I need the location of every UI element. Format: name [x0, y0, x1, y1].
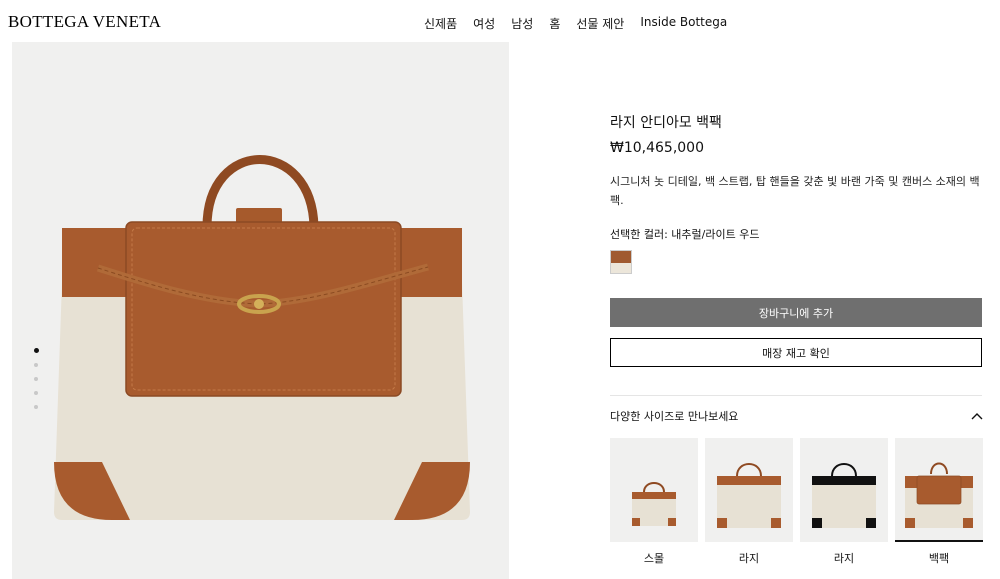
main-nav: 신제품 여성 남성 홈 선물 제안 Inside Bottega [424, 15, 743, 32]
color-swatch-natural-light-wood[interactable] [610, 250, 632, 274]
nav-item-gifts[interactable]: 선물 제안 [576, 15, 624, 32]
gallery-dot-5[interactable] [34, 405, 38, 409]
nav-item-inside-bottega[interactable]: Inside Bottega [640, 15, 727, 32]
divider [610, 395, 982, 396]
site-header: BOTTEGA VENETA 신제품 여성 남성 홈 선물 제안 Inside … [0, 0, 1000, 42]
nav-item-women[interactable]: 여성 [473, 15, 495, 32]
size-variant-list: 스몰 라지 라지 백팩 [610, 438, 990, 566]
sizes-heading: 다양한 사이즈로 만나보세요 [610, 410, 739, 423]
nav-item-men[interactable]: 남성 [511, 15, 533, 32]
product-description: 시그니처 놋 디테일, 백 스트랩, 탑 핸들을 갖춘 빛 바랜 가죽 및 캔버… [610, 175, 980, 207]
selected-color-label: 선택한 컬러: 내추럴/라이트 우드 [610, 228, 760, 241]
gallery-dot-1[interactable] [34, 348, 39, 353]
gallery-dot-4[interactable] [34, 391, 38, 395]
variant-image [895, 438, 983, 542]
add-to-cart-button[interactable]: 장바구니에 추가 [610, 298, 982, 327]
size-variant-backpack[interactable]: 백팩 [895, 438, 983, 566]
size-variant-large-black[interactable]: 라지 [800, 438, 888, 566]
nav-item-new[interactable]: 신제품 [424, 15, 457, 32]
product-title: 라지 안디아모 백팩 [610, 115, 722, 131]
product-image-gallery[interactable] [12, 42, 509, 579]
gallery-dot-2[interactable] [34, 363, 38, 367]
check-store-stock-button[interactable]: 매장 재고 확인 [610, 338, 982, 367]
sizes-accordion-header[interactable]: 다양한 사이즈로 만나보세요 [610, 408, 983, 424]
variant-label: 라지 [833, 552, 855, 565]
brand-logo[interactable]: BOTTEGA VENETA [8, 12, 161, 32]
nav-item-home[interactable]: 홈 [549, 15, 560, 32]
variant-label: 라지 [738, 552, 760, 565]
product-info-panel: 라지 안디아모 백팩 ₩10,465,000 시그니처 놋 디테일, 백 스트랩… [610, 112, 983, 424]
product-image [54, 155, 470, 520]
variant-label: 스몰 [643, 552, 665, 565]
variant-image [705, 438, 793, 542]
size-variant-large[interactable]: 라지 [705, 438, 793, 566]
variant-image [610, 438, 698, 542]
gallery-pagination [34, 348, 39, 419]
size-variant-small[interactable]: 스몰 [610, 438, 698, 566]
product-price: ₩10,465,000 [610, 140, 705, 156]
variant-label: 백팩 [928, 552, 950, 565]
gallery-dot-3[interactable] [34, 377, 38, 381]
chevron-up-icon[interactable] [971, 411, 983, 422]
variant-image [800, 438, 888, 542]
